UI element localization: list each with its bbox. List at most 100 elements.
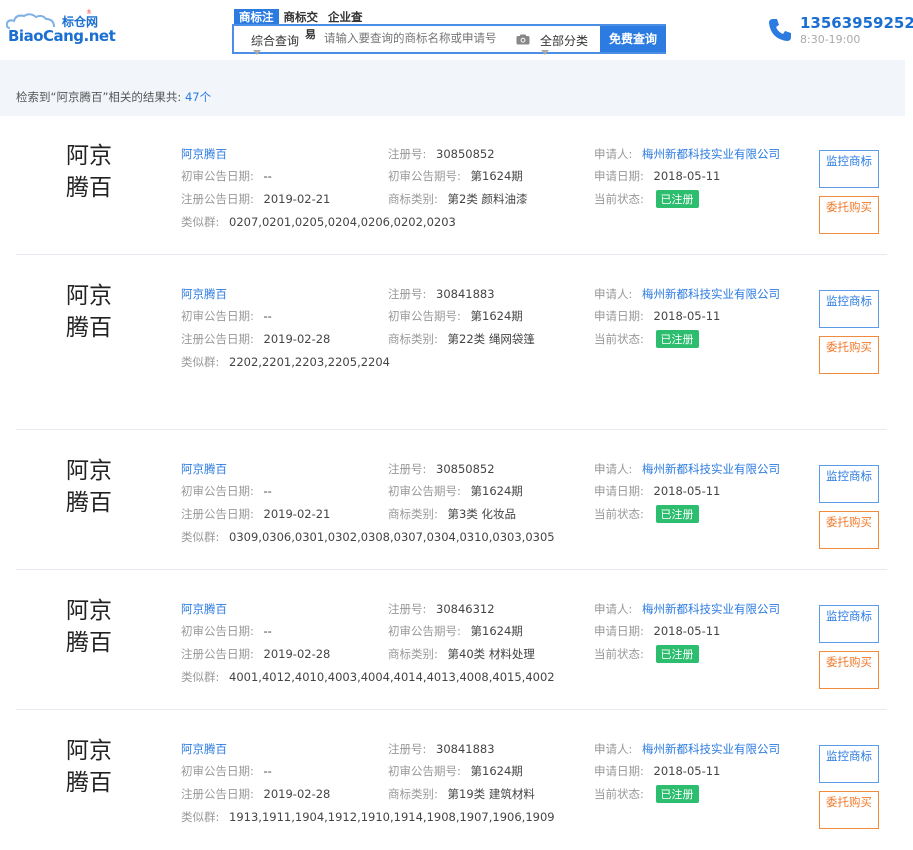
similar-group-value: 4001,4012,4010,4003,4004,4014,4013,4008,… bbox=[229, 670, 555, 684]
first-pub-date-label: 初审公告日期: bbox=[181, 484, 254, 498]
similar-group-row: 类似群: 2202,2201,2203,2205,2204 bbox=[181, 354, 390, 370]
tab-company-query[interactable]: 企业查 bbox=[323, 9, 368, 25]
monitor-trademark-button[interactable]: 监控商标 bbox=[819, 465, 879, 503]
apply-date-label: 申请日期: bbox=[594, 764, 644, 778]
apply-date-label: 申请日期: bbox=[594, 309, 644, 323]
applicant-link[interactable]: 梅州新都科技实业有限公司 bbox=[642, 462, 780, 476]
apply-date-row: 申请日期: 2018-05-11 bbox=[594, 168, 720, 184]
applicant-link[interactable]: 梅州新都科技实业有限公司 bbox=[642, 147, 780, 161]
trademark-name-link[interactable]: 阿京腾百 bbox=[181, 286, 227, 302]
first-pub-date-label: 初审公告日期: bbox=[181, 764, 254, 778]
applicant-row: 申请人: 梅州新都科技实业有限公司 bbox=[594, 461, 780, 477]
phone-icon bbox=[769, 19, 791, 41]
reg-pub-date-label: 注册公告日期: bbox=[181, 332, 254, 346]
trademark-name-link[interactable]: 阿京腾百 bbox=[181, 146, 227, 162]
entrust-purchase-button[interactable]: 委托购买 bbox=[819, 791, 879, 829]
tab-trademark-trade[interactable]: 商标交 bbox=[279, 9, 324, 25]
free-search-button[interactable]: 免费查询 bbox=[600, 26, 666, 52]
apply-date-label: 申请日期: bbox=[594, 484, 644, 498]
first-pub-no-value: 第1624期 bbox=[470, 624, 523, 638]
trademark-image[interactable]: 阿京腾百 bbox=[66, 280, 118, 344]
first-pub-no-row: 初审公告期号: 第1624期 bbox=[388, 308, 523, 324]
tab-trademark-register[interactable]: 商标注 bbox=[234, 9, 279, 25]
applicant-label: 申请人: bbox=[594, 462, 633, 476]
status-label: 当前状态: bbox=[594, 332, 644, 346]
category-label: 商标类别: bbox=[388, 647, 438, 661]
search-area: 商标注 商标交 企业查 综合查询 全部分类 免费查询 易 bbox=[232, 6, 666, 54]
trademark-image[interactable]: 阿京腾百 bbox=[66, 140, 118, 204]
reg-no-row: 注册号: 30850852 bbox=[388, 461, 495, 477]
trademark-image[interactable]: 阿京腾百 bbox=[66, 455, 118, 519]
similar-group-label: 类似群: bbox=[181, 670, 220, 684]
applicant-link[interactable]: 梅州新都科技实业有限公司 bbox=[642, 287, 780, 301]
apply-date-label: 申请日期: bbox=[594, 624, 644, 638]
header: 标仓网 ® BiaoCang.net 商标注 商标交 企业查 综合查询 请输入要… bbox=[0, 0, 913, 60]
applicant-link[interactable]: 梅州新都科技实业有限公司 bbox=[642, 602, 780, 616]
first-pub-no-value: 第1624期 bbox=[470, 484, 523, 498]
first-pub-date-row: 初审公告日期: -- bbox=[181, 168, 272, 184]
first-pub-date-row: 初审公告日期: -- bbox=[181, 308, 272, 324]
scope-label: 综合查询 bbox=[251, 34, 300, 48]
similar-group-row: 类似群: 0207,0201,0205,0204,0206,0202,0203 bbox=[181, 214, 456, 230]
reg-pub-date-label: 注册公告日期: bbox=[181, 192, 254, 206]
reg-no-value: 30850852 bbox=[436, 147, 495, 161]
result-card: 阿京腾百 阿京腾百 初审公告日期: -- 注册公告日期: 2019-02-21 … bbox=[16, 431, 887, 570]
applicant-row: 申请人: 梅州新都科技实业有限公司 bbox=[594, 601, 780, 617]
similar-group-label: 类似群: bbox=[181, 810, 220, 824]
monitor-trademark-button[interactable]: 监控商标 bbox=[819, 745, 879, 783]
summary-text: 检索到“阿京腾百”相关的结果共: 47个 bbox=[16, 89, 211, 105]
reg-no-label: 注册号: bbox=[388, 462, 427, 476]
monitor-trademark-button[interactable]: 监控商标 bbox=[819, 150, 879, 188]
entrust-purchase-button[interactable]: 委托购买 bbox=[819, 511, 879, 549]
category-value: 第22类 绳网袋篷 bbox=[447, 332, 535, 346]
category-row: 商标类别: 第2类 颜料油漆 bbox=[388, 191, 528, 207]
similar-group-value: 0309,0306,0301,0302,0308,0307,0304,0310,… bbox=[229, 530, 555, 544]
first-pub-date-value: -- bbox=[263, 169, 272, 183]
first-pub-date-row: 初审公告日期: -- bbox=[181, 763, 272, 779]
trademark-image[interactable]: 阿京腾百 bbox=[66, 735, 118, 799]
reg-no-label: 注册号: bbox=[388, 287, 427, 301]
reg-pub-date-value: 2019-02-21 bbox=[263, 507, 331, 521]
first-pub-date-value: -- bbox=[263, 309, 272, 323]
first-pub-date-row: 初审公告日期: -- bbox=[181, 623, 272, 639]
apply-date-value: 2018-05-11 bbox=[653, 764, 721, 778]
category-value: 第40类 材料处理 bbox=[447, 647, 535, 661]
reg-no-row: 注册号: 30841883 bbox=[388, 741, 495, 757]
first-pub-date-value: -- bbox=[263, 764, 272, 778]
reg-pub-date-value: 2019-02-21 bbox=[263, 192, 331, 206]
apply-date-value: 2018-05-11 bbox=[653, 309, 721, 323]
reg-no-value: 30841883 bbox=[436, 742, 495, 756]
entrust-purchase-button[interactable]: 委托购买 bbox=[819, 196, 879, 234]
trademark-image[interactable]: 阿京腾百 bbox=[66, 595, 118, 659]
search-input[interactable] bbox=[324, 30, 514, 48]
camera-icon[interactable] bbox=[516, 34, 530, 45]
chevron-down-icon bbox=[253, 50, 261, 55]
reg-no-row: 注册号: 30841883 bbox=[388, 286, 495, 302]
entrust-purchase-button[interactable]: 委托购买 bbox=[819, 651, 879, 689]
similar-group-row: 类似群: 1913,1911,1904,1912,1910,1914,1908,… bbox=[181, 809, 555, 825]
reg-pub-date-value: 2019-02-28 bbox=[263, 647, 331, 661]
reg-no-value: 30850852 bbox=[436, 462, 495, 476]
scrollbar[interactable] bbox=[905, 60, 913, 850]
monitor-trademark-button[interactable]: 监控商标 bbox=[819, 290, 879, 328]
site-logo[interactable]: 标仓网 ® BiaoCang.net bbox=[6, 9, 116, 49]
similar-group-row: 类似群: 4001,4012,4010,4003,4004,4014,4013,… bbox=[181, 669, 555, 685]
applicant-row: 申请人: 梅州新都科技实业有限公司 bbox=[594, 741, 780, 757]
trademark-name-link[interactable]: 阿京腾百 bbox=[181, 461, 227, 477]
status-badge: 已注册 bbox=[655, 785, 699, 803]
first-pub-no-row: 初审公告期号: 第1624期 bbox=[388, 483, 523, 499]
category-select[interactable]: 全部分类 bbox=[540, 32, 588, 49]
applicant-row: 申请人: 梅州新都科技实业有限公司 bbox=[594, 286, 780, 302]
status-row: 当前状态: 已注册 bbox=[594, 645, 699, 663]
monitor-trademark-button[interactable]: 监控商标 bbox=[819, 605, 879, 643]
trademark-name-link[interactable]: 阿京腾百 bbox=[181, 741, 227, 757]
status-row: 当前状态: 已注册 bbox=[594, 190, 699, 208]
reg-pub-date-value: 2019-02-28 bbox=[263, 787, 331, 801]
similar-group-label: 类似群: bbox=[181, 355, 220, 369]
apply-date-row: 申请日期: 2018-05-11 bbox=[594, 763, 720, 779]
similar-group-value: 1913,1911,1904,1912,1910,1914,1908,1907,… bbox=[229, 810, 555, 824]
entrust-purchase-button[interactable]: 委托购买 bbox=[819, 336, 879, 374]
applicant-link[interactable]: 梅州新都科技实业有限公司 bbox=[642, 742, 780, 756]
trademark-name-link[interactable]: 阿京腾百 bbox=[181, 601, 227, 617]
status-label: 当前状态: bbox=[594, 787, 644, 801]
